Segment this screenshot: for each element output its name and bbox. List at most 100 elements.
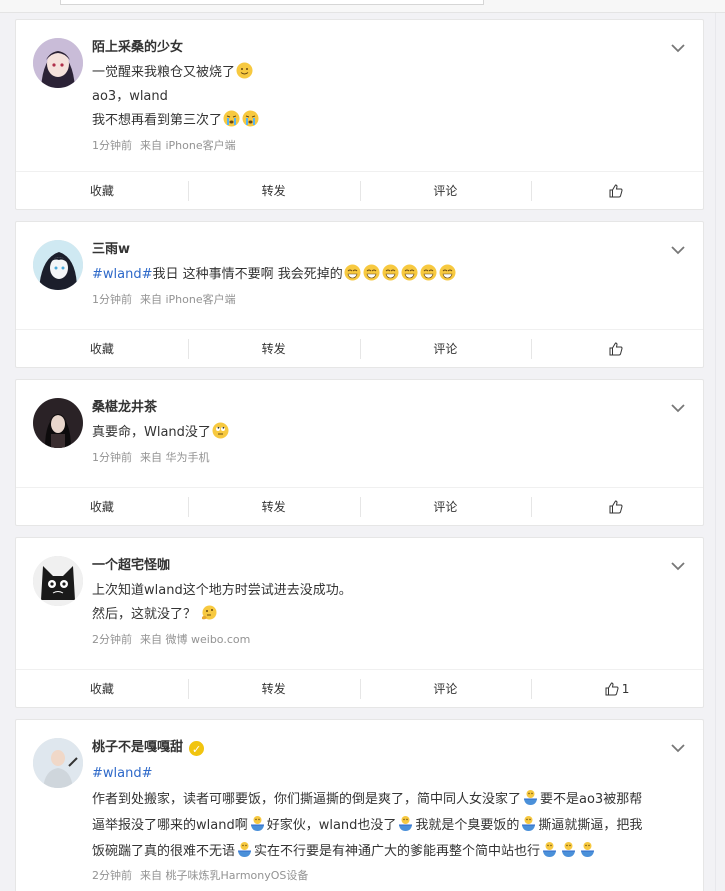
favorite-button[interactable]: 收藏 xyxy=(16,172,188,209)
post-time[interactable]: 2分钟前 xyxy=(92,633,132,646)
username[interactable]: 一个超宅怪咖 xyxy=(92,556,663,576)
post-line: 撕逼就撕逼，把我 xyxy=(538,818,643,833)
chevron-down-icon[interactable] xyxy=(671,562,685,571)
post-card: 一个超宅怪咖 上次知道wland这个地方时尝试进去没成功。 然后，这就没了？ 2… xyxy=(15,537,704,708)
avatar[interactable] xyxy=(33,38,83,88)
comment-button[interactable]: 评论 xyxy=(359,330,532,367)
post-card: 三雨w #wland#我日 这种事情不要啊 我会死掉的 1分钟前 来自 iPhon… xyxy=(15,221,704,368)
post-card: 桃子不是嘎嘎甜 #wland# 作者到处搬家，读者可哪要饭，你们撕逼撕的倒是爽了… xyxy=(15,719,704,891)
post-source: 来自 iPhone客户端 xyxy=(140,293,236,306)
post-card: 桑椹龙井茶 真要命，Wland没了 1分钟前 来自 华为手机 收藏 转发 评论 xyxy=(15,379,704,526)
begging-bowl-emoji-icon xyxy=(236,841,253,858)
action-bar: 收藏 转发 评论 xyxy=(16,171,703,209)
favorite-button[interactable]: 收藏 xyxy=(16,670,188,707)
cry-emoji-icon xyxy=(223,110,240,127)
post-meta: 1分钟前 来自 华为手机 xyxy=(92,449,663,467)
favorite-button[interactable]: 收藏 xyxy=(16,488,188,525)
thumbs-up-icon xyxy=(609,499,623,513)
avatar[interactable] xyxy=(33,240,83,290)
post-meta: 2分钟前 来自 桃子味炼乳HarmonyOS设备 xyxy=(92,867,667,885)
grin-emoji-icon xyxy=(401,264,418,281)
like-button[interactable]: 1 xyxy=(531,670,703,707)
thumbs-up-icon xyxy=(609,183,623,197)
post-source: 来自 微博 weibo.com xyxy=(140,633,251,646)
comment-button[interactable]: 评论 xyxy=(359,172,532,209)
begging-bowl-emoji-icon xyxy=(522,789,539,806)
post-meta: 1分钟前 来自 iPhone客户端 xyxy=(92,137,663,155)
username[interactable]: 陌上采桑的少女 xyxy=(92,38,663,58)
post-source: 来自 华为手机 xyxy=(140,451,210,464)
post-time[interactable]: 1分钟前 xyxy=(92,139,132,152)
chevron-down-icon[interactable] xyxy=(671,246,685,255)
post-text: #wland# 作者到处搬家，读者可哪要饭，你们撕逼撕的倒是爽了，简中同人女没家… xyxy=(92,761,667,865)
post-meta: 1分钟前 来自 iPhone客户端 xyxy=(92,291,663,309)
search-box[interactable] xyxy=(60,0,484,5)
post-line: 好家伙，wland也没了 xyxy=(266,818,397,833)
post-line: 饭碗踹了真的很难不无语 xyxy=(92,844,236,859)
post-text: #wland#我日 这种事情不要啊 我会死掉的 xyxy=(92,263,663,287)
username-row: 桃子不是嘎嘎甜 xyxy=(92,738,667,760)
thinking-emoji-icon xyxy=(201,604,218,621)
repost-button[interactable]: 转发 xyxy=(187,670,360,707)
thumbs-up-icon xyxy=(609,341,623,355)
scroll-edge xyxy=(715,13,725,891)
username[interactable]: 桑椹龙井茶 xyxy=(92,398,663,418)
post-source: 来自 iPhone客户端 xyxy=(140,139,236,152)
comment-button[interactable]: 评论 xyxy=(359,488,532,525)
eyeroll-emoji-icon xyxy=(212,422,229,439)
post-line: 作者到处搬家，读者可哪要饭，你们撕逼撕的倒是爽了，简中同人女没家了 xyxy=(92,792,522,807)
repost-button[interactable]: 转发 xyxy=(187,172,360,209)
smile-emoji-icon xyxy=(236,62,253,79)
cry-emoji-icon xyxy=(242,110,259,127)
chevron-down-icon[interactable] xyxy=(671,404,685,413)
chevron-down-icon[interactable] xyxy=(671,44,685,53)
post-line: 真要命，Wland没了 xyxy=(92,425,211,440)
post-time[interactable]: 1分钟前 xyxy=(92,293,132,306)
post-line: 我日 这种事情不要啊 我会死掉的 xyxy=(152,267,343,282)
begging-bowl-emoji-icon xyxy=(560,841,577,858)
avatar[interactable] xyxy=(33,556,83,606)
post-text: 一觉醒来我粮仓又被烧了 ao3，wland 我不想再看到第三次了 xyxy=(92,61,663,133)
begging-bowl-emoji-icon xyxy=(541,841,558,858)
like-button[interactable] xyxy=(531,488,703,525)
action-bar: 收藏 转发 评论 xyxy=(16,329,703,367)
post-time[interactable]: 2分钟前 xyxy=(92,869,132,882)
action-bar: 收藏 转发 评论 1 xyxy=(16,669,703,707)
post-text: 真要命，Wland没了 xyxy=(92,421,663,445)
begging-bowl-emoji-icon xyxy=(249,815,266,832)
post-line: 然后，这就没了？ xyxy=(92,607,201,622)
post-line: 我就是个臭要饭的 xyxy=(415,818,520,833)
post-line: 实在不行要是有神通广大的爹能再整个简中站也行 xyxy=(254,844,541,859)
post-line: 我不想再看到第三次了 xyxy=(92,113,223,128)
chevron-down-icon[interactable] xyxy=(671,744,685,753)
grin-emoji-icon xyxy=(344,264,361,281)
begging-bowl-emoji-icon xyxy=(520,815,537,832)
begging-bowl-emoji-icon xyxy=(579,841,596,858)
grin-emoji-icon xyxy=(439,264,456,281)
repost-button[interactable]: 转发 xyxy=(187,488,360,525)
post-source: 来自 桃子味炼乳HarmonyOS设备 xyxy=(140,869,309,882)
post-line: 要不是ao3被那帮 xyxy=(540,792,643,807)
username[interactable]: 三雨w xyxy=(92,240,663,260)
post-line: 逼举报没了哪来的wland啊 xyxy=(92,818,248,833)
avatar[interactable] xyxy=(33,738,83,788)
post-line: 一觉醒来我粮仓又被烧了 xyxy=(92,65,236,80)
hashtag-link[interactable]: #wland# xyxy=(92,267,153,282)
favorite-button[interactable]: 收藏 xyxy=(16,330,188,367)
begging-bowl-emoji-icon xyxy=(397,815,414,832)
username[interactable]: 桃子不是嘎嘎甜 xyxy=(92,738,183,758)
comment-button[interactable]: 评论 xyxy=(359,670,532,707)
hashtag-link[interactable]: #wland# xyxy=(92,766,153,781)
action-bar: 收藏 转发 评论 xyxy=(16,487,703,525)
avatar[interactable] xyxy=(33,398,83,448)
verified-badge-icon xyxy=(189,740,205,760)
top-bar xyxy=(0,0,725,13)
post-text: 上次知道wland这个地方时尝试进去没成功。 然后，这就没了？ xyxy=(92,579,663,627)
like-count: 1 xyxy=(621,681,630,696)
like-button[interactable] xyxy=(531,172,703,209)
repost-button[interactable]: 转发 xyxy=(187,330,360,367)
post-time[interactable]: 1分钟前 xyxy=(92,451,132,464)
like-button[interactable] xyxy=(531,330,703,367)
post-meta: 2分钟前 来自 微博 weibo.com xyxy=(92,631,663,649)
grin-emoji-icon xyxy=(382,264,399,281)
